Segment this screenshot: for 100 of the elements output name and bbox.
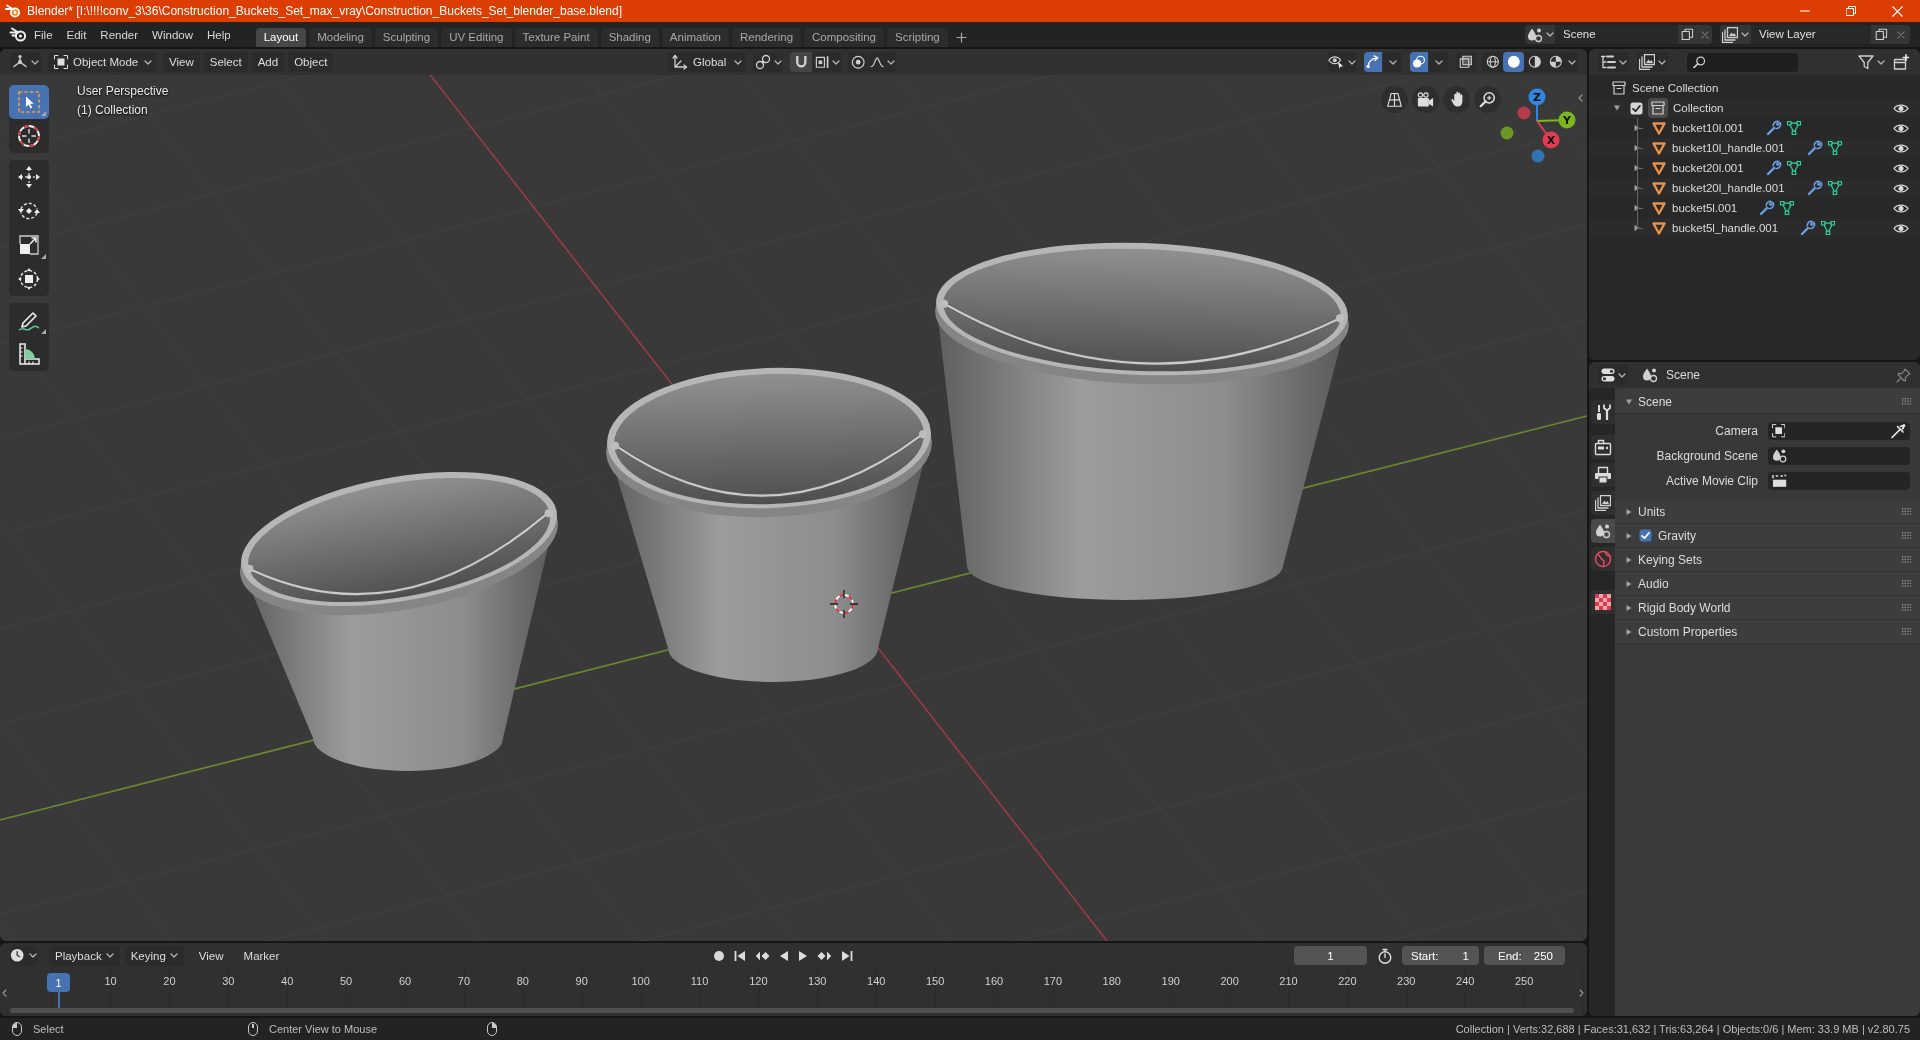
grip-icon[interactable]: [1901, 556, 1911, 563]
dropdown-menu[interactable]: Keying: [124, 945, 184, 966]
stopwatch-icon[interactable]: [1377, 947, 1393, 964]
perspective-toggle[interactable]: [1381, 86, 1408, 113]
disclosure-triangle-icon[interactable]: [1633, 224, 1641, 232]
triangle-vertices-icon[interactable]: [1785, 160, 1802, 176]
properties-tab[interactable]: [1591, 491, 1615, 515]
triangle-vertices-icon[interactable]: [1785, 120, 1802, 136]
grip-icon[interactable]: [1901, 628, 1911, 635]
triangle-vertices-icon[interactable]: [1826, 140, 1843, 156]
grip-icon[interactable]: [1901, 580, 1911, 587]
workspace-tab[interactable]: Modeling: [309, 28, 372, 47]
menu-button[interactable]: Select: [203, 52, 248, 72]
editor-type-button[interactable]: [1598, 52, 1629, 72]
eye-icon[interactable]: [1893, 122, 1909, 134]
gizmo-dropdown[interactable]: [1383, 52, 1402, 72]
start-frame-field[interactable]: Start: 1: [1402, 946, 1479, 965]
outliner-row[interactable]: bucket10l.001: [1589, 118, 1920, 138]
shading-button[interactable]: [1503, 52, 1524, 72]
proportional-edit-toggle[interactable]: [848, 52, 868, 72]
orientation-dropdown[interactable]: Global: [668, 52, 746, 72]
triangle-vertices-icon[interactable]: [1779, 200, 1796, 216]
workspace-tab[interactable]: Sculpting: [374, 28, 439, 47]
scene-name-field[interactable]: Scene: [1555, 25, 1678, 44]
menu-item[interactable]: Window: [145, 24, 200, 45]
view-layer-name-field[interactable]: View Layer: [1751, 25, 1871, 44]
pivot-dropdown[interactable]: [753, 52, 783, 72]
properties-tab[interactable]: [1591, 590, 1615, 614]
workspace-tab[interactable]: Animation: [661, 28, 729, 47]
disclosure-triangle-icon[interactable]: [1625, 627, 1633, 636]
add-workspace-icon[interactable]: [955, 32, 967, 43]
triangle-vertices-icon[interactable]: [1820, 220, 1837, 236]
3d-cursor-icon[interactable]: [829, 589, 859, 619]
disclosure-triangle-icon[interactable]: [1625, 579, 1633, 588]
play-icon[interactable]: [798, 949, 808, 962]
eye-icon[interactable]: [1893, 142, 1909, 154]
gizmo-toggle[interactable]: [1364, 52, 1382, 72]
workspace-tab[interactable]: Rendering: [732, 28, 802, 47]
chevron-icon[interactable]: [1579, 989, 1584, 997]
visibility-dropdown[interactable]: [1328, 52, 1356, 72]
disclosure-triangle-icon[interactable]: [1633, 144, 1641, 152]
pan-button[interactable]: [1443, 86, 1470, 113]
properties-tab[interactable]: [1591, 463, 1615, 487]
view-layer-browse-button[interactable]: [1720, 25, 1751, 44]
disclosure-triangle-icon[interactable]: [1625, 507, 1633, 516]
display-mode-button[interactable]: [1637, 52, 1668, 72]
disclosure-triangle-icon[interactable]: [1633, 184, 1641, 192]
chevron-icon[interactable]: [2, 989, 7, 997]
menu-item[interactable]: Help: [200, 24, 238, 45]
disclosure-triangle-icon[interactable]: [1625, 603, 1633, 612]
menu-button[interactable]: View: [192, 945, 230, 966]
new-collection-button[interactable]: [1892, 52, 1910, 72]
workspace-tab[interactable]: Compositing: [804, 28, 884, 47]
blender-logo-icon[interactable]: [9, 27, 27, 42]
menu-item[interactable]: Render: [93, 24, 146, 45]
disclosure-triangle-icon[interactable]: [1625, 397, 1633, 406]
scene-browse-button[interactable]: [1525, 25, 1555, 44]
wrench-icon[interactable]: [1800, 220, 1817, 236]
data-field[interactable]: [1768, 447, 1910, 465]
axis-dot-icon[interactable]: [1500, 126, 1514, 140]
end-frame-field[interactable]: End: 250: [1484, 946, 1565, 965]
checkbox[interactable]: [1639, 529, 1652, 542]
zoom-button[interactable]: [1474, 86, 1501, 113]
workspace-tab[interactable]: Layout: [255, 28, 307, 47]
eye-icon[interactable]: [1893, 222, 1909, 234]
menu-button[interactable]: View: [163, 52, 200, 72]
falloff-dropdown[interactable]: [869, 52, 896, 72]
chevron-icon[interactable]: [1578, 94, 1583, 102]
next-keyframe-icon[interactable]: [817, 949, 832, 962]
disclosure-triangle-icon[interactable]: [1633, 164, 1641, 172]
workspace-tab[interactable]: UV Editing: [441, 28, 512, 47]
disclosure-triangle-icon[interactable]: [1633, 204, 1641, 212]
properties-tab[interactable]: [1591, 519, 1615, 543]
xray-toggle[interactable]: [1456, 52, 1476, 72]
tool-button[interactable]: [9, 85, 49, 119]
outliner-row[interactable]: Scene Collection: [1589, 78, 1920, 98]
grip-icon[interactable]: [1901, 508, 1911, 515]
jump-to-end-icon[interactable]: [841, 949, 853, 962]
properties-tab[interactable]: [1591, 435, 1615, 459]
wrench-icon[interactable]: [1759, 200, 1776, 216]
filter-button[interactable]: [1857, 52, 1886, 72]
workspace-tab[interactable]: Texture Paint: [514, 28, 598, 47]
axis-button[interactable]: X: [1542, 131, 1560, 149]
editor-type-button[interactable]: [1598, 365, 1628, 385]
workspace-tab[interactable]: Scripting: [887, 28, 948, 47]
wrench-icon[interactable]: [1765, 160, 1782, 176]
editor-type-button[interactable]: [10, 52, 41, 72]
menu-item[interactable]: File: [27, 24, 60, 45]
grip-icon[interactable]: [1901, 604, 1911, 611]
new-scene-button[interactable]: [1678, 25, 1697, 44]
grip-icon[interactable]: [1901, 398, 1911, 405]
checkbox[interactable]: [1630, 101, 1643, 115]
properties-tab[interactable]: [1591, 400, 1615, 424]
disclosure-triangle-icon[interactable]: [1633, 124, 1641, 132]
axis-button[interactable]: Y: [1558, 111, 1576, 129]
mode-dropdown[interactable]: Object Mode: [48, 52, 156, 72]
previous-keyframe-icon[interactable]: [755, 949, 770, 962]
grip-icon[interactable]: [1901, 532, 1911, 539]
search-field[interactable]: [1687, 52, 1798, 72]
data-field[interactable]: [1768, 422, 1910, 440]
